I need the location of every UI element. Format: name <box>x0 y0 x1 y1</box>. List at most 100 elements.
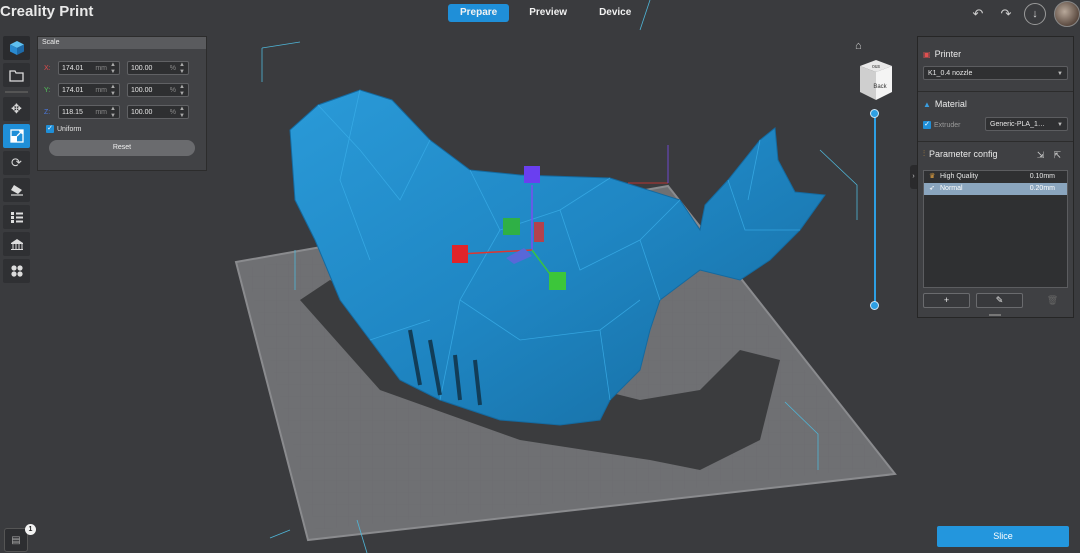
avatar[interactable] <box>1054 1 1080 27</box>
material-icon: ▲ <box>923 99 931 109</box>
divider <box>918 91 1073 92</box>
stepper-icon[interactable]: ▲ ▼ <box>179 106 185 120</box>
layer-height-slider[interactable] <box>874 113 876 305</box>
tab-prepare[interactable]: Prepare <box>448 4 510 22</box>
tab-device[interactable]: Device <box>587 4 643 22</box>
import-icon[interactable]: ⇲ <box>1037 150 1045 161</box>
panel-collapse-chevron-icon[interactable]: › <box>910 165 917 189</box>
param-label: Normal <box>940 185 963 192</box>
scale-x-mm-value: 174.01 <box>62 65 84 72</box>
view-cube-top-label: ous <box>872 64 881 70</box>
document-icon[interactable]: ▤ <box>4 528 28 552</box>
lay-flat-icon[interactable] <box>3 178 30 202</box>
stepper-icon[interactable]: ▲ ▼ <box>110 62 116 76</box>
unit-mm: mm <box>95 87 107 94</box>
toolbar-divider <box>5 91 28 93</box>
support-icon[interactable] <box>3 232 30 256</box>
unit-mm: mm <box>95 65 107 72</box>
scale-icon[interactable] <box>3 124 30 148</box>
move-icon[interactable]: ✥ <box>3 97 30 121</box>
printer-select[interactable]: K1_0.4 nozzle ▼ <box>923 66 1068 80</box>
split-icon[interactable] <box>3 205 30 229</box>
arrange-icon[interactable] <box>3 259 30 283</box>
notification-badge: 1 <box>25 524 36 535</box>
app-title: Creality Print <box>0 3 94 20</box>
add-profile-button[interactable]: + <box>923 293 970 308</box>
chevron-down-icon: ▼ <box>1057 122 1063 128</box>
slider-bottom-handle[interactable] <box>870 301 879 310</box>
extruder-checkbox[interactable]: ✓ Extruder <box>923 121 960 129</box>
parameter-actions: ⇲ ⇱ <box>1037 150 1061 161</box>
scale-z-mm-value: 118.15 <box>62 109 83 116</box>
scale-z-mm-input[interactable]: 118.15 mm ▲ ▼ <box>58 105 120 119</box>
scale-y-mm-value: 174.01 <box>62 87 84 94</box>
list-item-normal[interactable]: ➶ Normal 0.20mm <box>924 183 1067 195</box>
cube-icon[interactable] <box>3 36 30 60</box>
scale-row-z: Z: 118.15 mm ▲ ▼ 100.00 % ▲ ▼ <box>44 105 189 119</box>
material-title: Material <box>934 99 967 109</box>
right-settings-panel: ▣ Printer K1_0.4 nozzle ▼ ▲ Material ✓ E… <box>917 36 1074 318</box>
printer-value: K1_0.4 nozzle <box>928 70 973 77</box>
rotate-icon[interactable]: ⟳ <box>3 151 30 175</box>
param-label: High Quality <box>940 173 979 180</box>
list-item-high-quality[interactable]: ♛ High Quality 0.10mm <box>924 171 1067 183</box>
unit-percent: % <box>169 109 176 116</box>
parameter-list: ♛ High Quality 0.10mm ➶ Normal 0.20mm <box>923 170 1068 288</box>
slider-top-handle[interactable] <box>870 109 879 118</box>
left-toolbar: ✥ ⟳ <box>3 36 30 283</box>
stepper-icon[interactable]: ▲ ▼ <box>179 62 185 76</box>
printer-section-title: ▣ Printer <box>923 49 961 59</box>
export-icon[interactable]: ⇱ <box>1053 150 1061 161</box>
printer-icon: ▣ <box>923 49 931 59</box>
stepper-icon[interactable]: ▲ ▼ <box>110 84 116 98</box>
scale-y-mm-input[interactable]: 174.01 mm ▲ ▼ <box>58 83 120 97</box>
rocket-icon: ➶ <box>929 185 935 192</box>
material-section-title: ▲ Material <box>923 99 967 109</box>
view-cube-back-label: Back <box>873 84 887 90</box>
scale-row-y: Y: 174.01 mm ▲ ▼ 100.00 % ▲ ▼ <box>44 83 189 97</box>
param-value: 0.20mm <box>1029 185 1055 192</box>
checkmark-icon[interactable]: ✓ <box>923 121 931 129</box>
parameter-title: Parameter config <box>929 149 998 159</box>
crown-icon: ♛ <box>929 173 936 180</box>
scale-z-percent-input[interactable]: 100.00 % ▲ ▼ <box>127 105 189 119</box>
stepper-icon[interactable]: ▲ ▼ <box>179 84 185 98</box>
folder-icon[interactable] <box>3 63 30 87</box>
scale-x-percent-value: 100.00 <box>131 65 153 72</box>
printer-title: Printer <box>934 49 962 59</box>
slice-button[interactable]: Slice <box>937 526 1069 547</box>
resize-handle[interactable] <box>989 314 1001 316</box>
filament-value: Generic-PLA_1… <box>990 121 1045 128</box>
download-icon[interactable]: ↓ <box>1024 3 1046 25</box>
view-cube[interactable]: ous Back <box>856 58 896 104</box>
chevron-down-icon: ▼ <box>1057 71 1063 77</box>
scale-panel-title: Scale <box>38 37 206 49</box>
reset-button[interactable]: Reset <box>49 140 195 156</box>
mode-tabs: Prepare Preview Device <box>448 4 643 22</box>
divider <box>918 141 1073 142</box>
scale-row-x: X: 174.01 mm ▲ ▼ 100.00 % ▲ ▼ <box>44 61 189 75</box>
unit-percent: % <box>169 87 176 94</box>
filament-select[interactable]: Generic-PLA_1… ▼ <box>985 117 1068 131</box>
scale-y-percent-input[interactable]: 100.00 % ▲ ▼ <box>127 83 189 97</box>
scale-panel: Scale X: 174.01 mm ▲ ▼ 100.00 % ▲ ▼ Y: 174… <box>37 36 207 171</box>
extruder-label: Extruder <box>934 121 961 129</box>
home-icon[interactable]: ⌂ <box>855 40 862 52</box>
undo-icon[interactable]: ↶ <box>968 4 988 24</box>
top-right-controls: ↶ ↷ ↓ <box>968 1 1080 27</box>
unit-percent: % <box>169 65 176 72</box>
trash-icon[interactable]: 🗑 <box>1029 293 1076 308</box>
scale-z-percent-value: 100.00 <box>131 109 153 116</box>
checkmark-icon[interactable]: ✓ <box>46 125 54 133</box>
uniform-checkbox[interactable]: ✓ Uniform <box>46 125 82 133</box>
scale-x-mm-input[interactable]: 174.01 mm ▲ ▼ <box>58 61 120 75</box>
redo-icon[interactable]: ↷ <box>996 4 1016 24</box>
scale-x-percent-input[interactable]: 100.00 % ▲ ▼ <box>127 61 189 75</box>
axis-label-x: X: <box>44 64 51 72</box>
tab-preview[interactable]: Preview <box>517 4 579 22</box>
axis-label-y: Y: <box>44 86 51 94</box>
parameter-section-title: ⫶ Parameter config <box>923 149 998 159</box>
stepper-icon[interactable]: ▲ ▼ <box>110 106 116 120</box>
edit-icon[interactable]: ✎ <box>976 293 1023 308</box>
param-value: 0.10mm <box>1029 173 1055 180</box>
